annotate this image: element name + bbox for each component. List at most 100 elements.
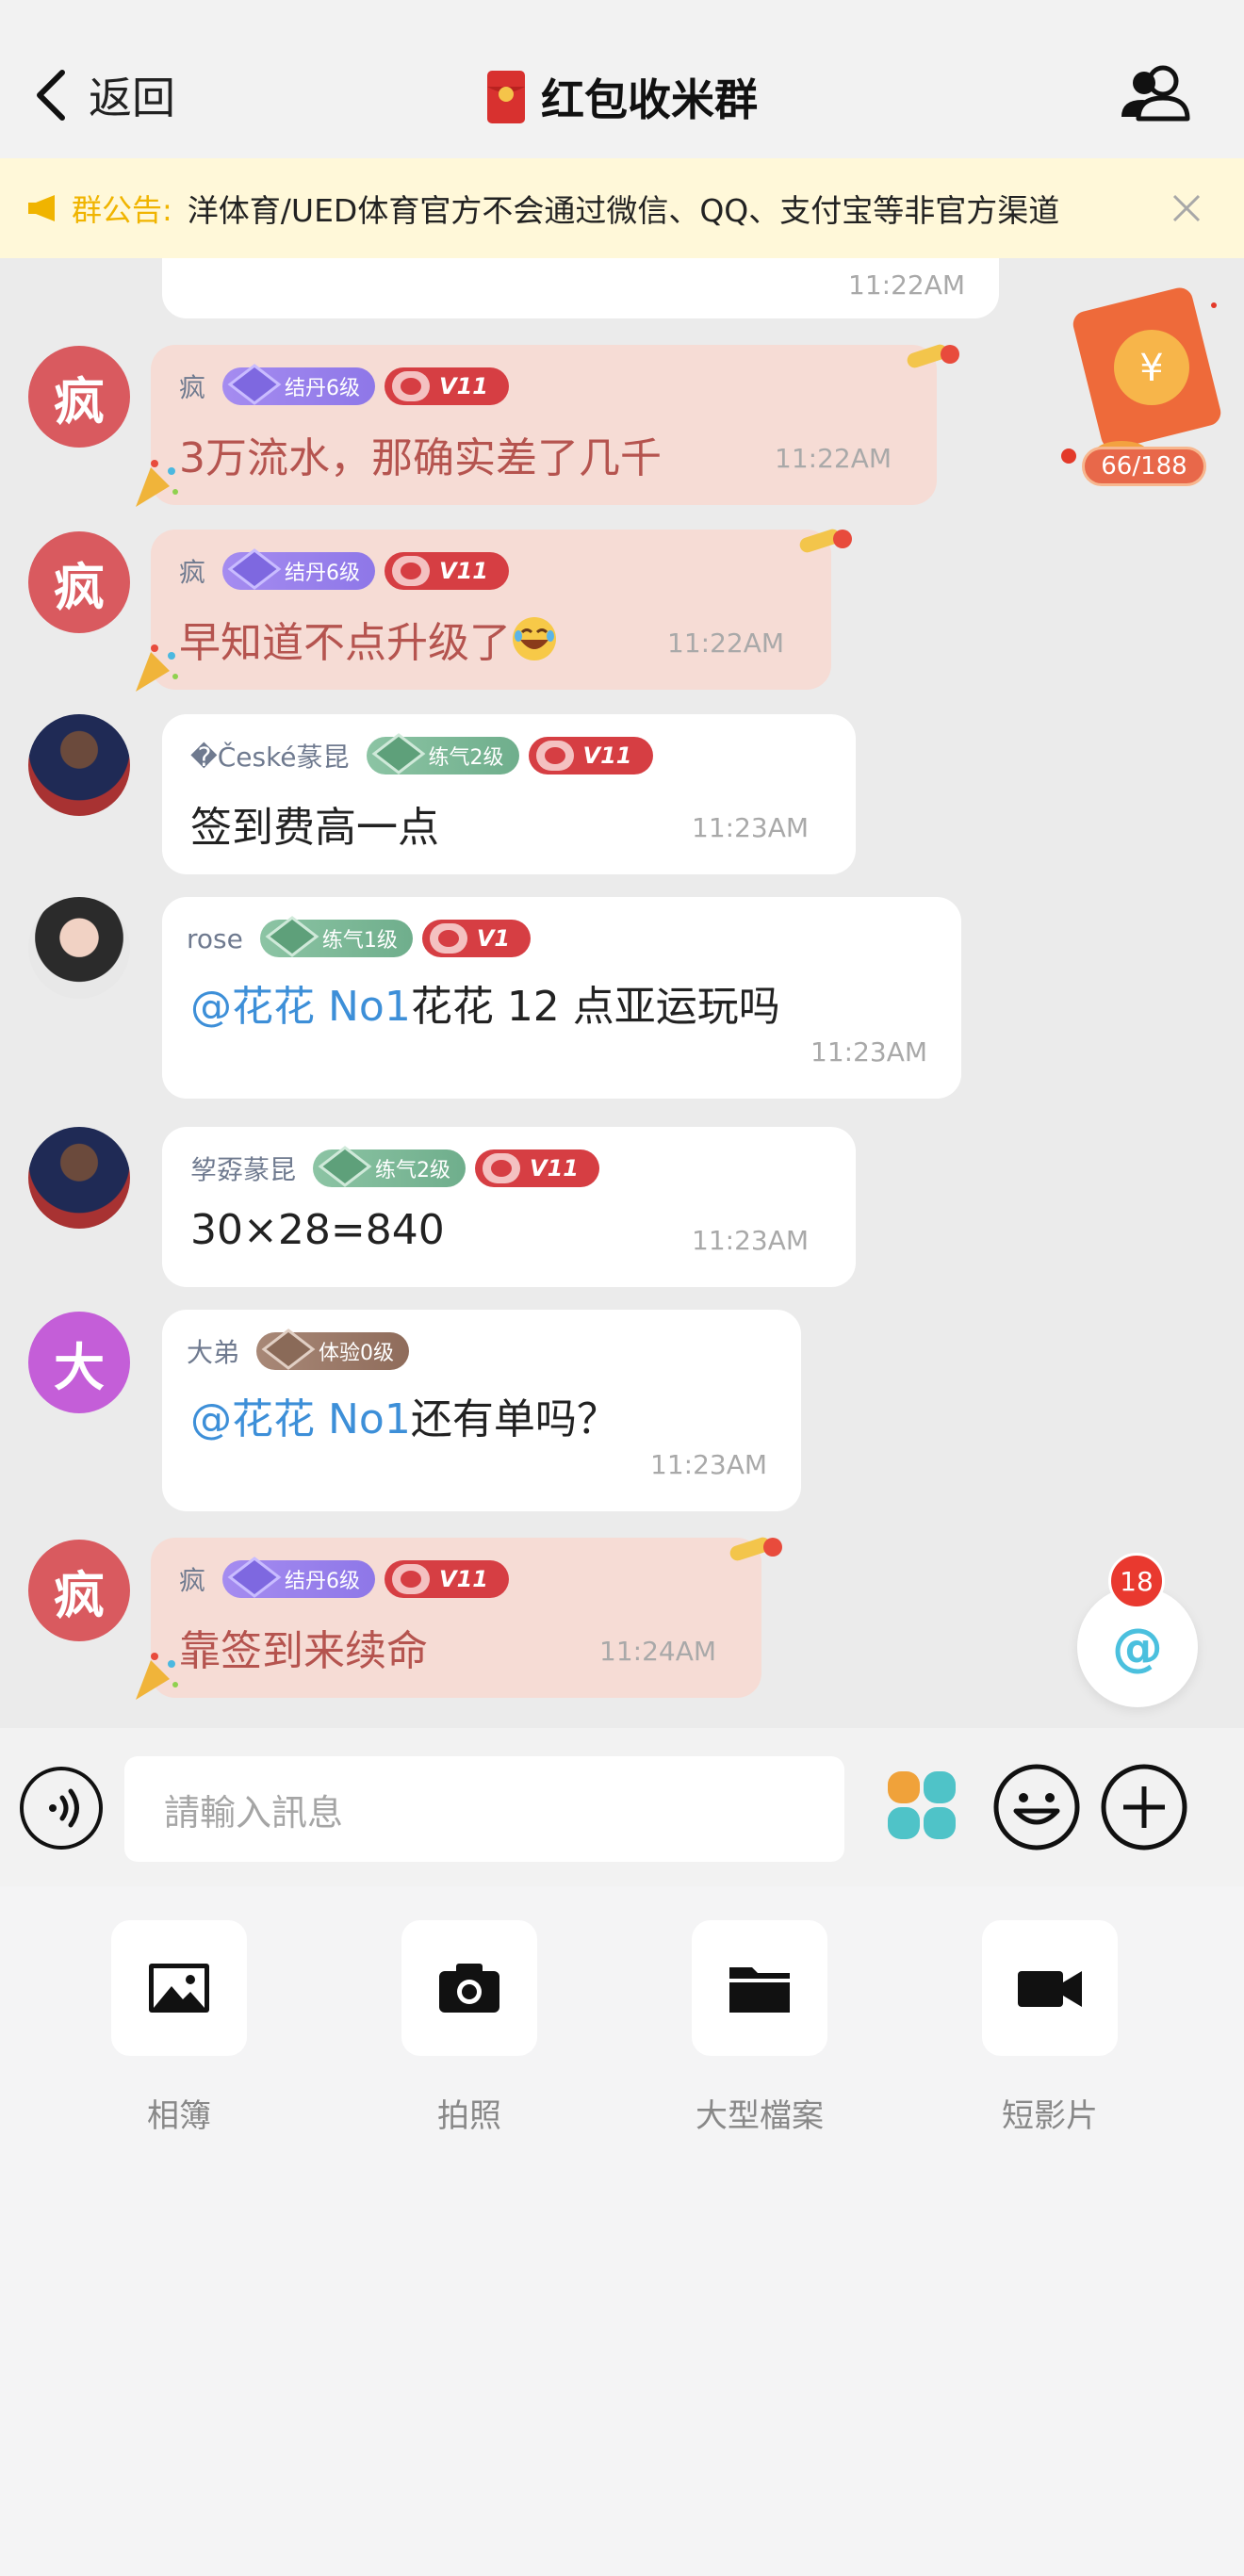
attach-tile xyxy=(692,1920,827,2056)
page-title: 红包收米群 xyxy=(541,74,758,125)
message-input[interactable]: 請輸入訊息 xyxy=(124,1756,844,1862)
level-label: 结丹6级 xyxy=(285,377,361,400)
message-text: 早知道不点升级了 xyxy=(179,609,558,669)
attach-tile xyxy=(982,1920,1118,2056)
message-time: 11:24AM xyxy=(599,1636,717,1667)
avatar[interactable]: 疯 xyxy=(28,1540,130,1641)
attach-album-button[interactable]: 相簿 xyxy=(111,1920,247,2135)
party-popper-icon xyxy=(136,1653,178,1700)
attach-label: 拍照 xyxy=(437,2097,501,2135)
gem-icon xyxy=(371,733,425,774)
gem-icon xyxy=(318,1146,372,1187)
attach-file-button[interactable]: 大型檔案 xyxy=(692,1920,827,2135)
message-time: 11:22AM xyxy=(848,269,966,301)
vip-label: V1 xyxy=(476,925,511,952)
voice-input-icon[interactable] xyxy=(17,1764,106,1852)
avatar[interactable]: 大 xyxy=(28,1312,130,1413)
level-label: 练气2级 xyxy=(428,746,504,770)
vip-label: V11 xyxy=(530,1155,579,1182)
announcement-text: 洋体育/UED体育官方不会通过微信、QQ、支付宝等非官方渠道 xyxy=(187,192,1060,229)
plus-circle-icon[interactable] xyxy=(1099,1762,1189,1852)
attachment-panel: 相簿 拍照 大型檔案 短影片 xyxy=(0,1886,1244,2576)
sender-name: 孧孬蒃昆 xyxy=(190,1154,297,1185)
message-time: 11:23AM xyxy=(810,1036,928,1068)
vip-icon xyxy=(392,556,431,586)
group-announcement-bar[interactable]: 群公告: 洋体育/UED体育官方不会通过微信、QQ、支付宝等非官方渠道 xyxy=(0,158,1244,258)
vip-icon xyxy=(535,741,574,771)
sender-info: 疯 结丹6级 V11 xyxy=(179,548,509,592)
level-label: 练气2级 xyxy=(375,1159,451,1182)
video-camera-icon xyxy=(1018,1971,1082,2007)
sender-name: 疯 xyxy=(179,1565,206,1596)
message-bubble[interactable]: 大弟 体验0级 @花花 No1还有单吗？ 11:23AM xyxy=(162,1310,801,1511)
vip-label: V11 xyxy=(439,1566,488,1592)
message-time: 11:23AM xyxy=(692,1225,810,1256)
header-bar: 返回 红包收米群 xyxy=(0,0,1244,158)
sender-info: rose 练气1级 V1 xyxy=(187,916,532,959)
message-bubble[interactable]: 11:22AM xyxy=(162,258,999,318)
gem-icon xyxy=(227,548,282,590)
level-label: 练气1级 xyxy=(321,929,398,953)
attach-tile xyxy=(111,1920,247,2056)
vip-label: V11 xyxy=(439,373,488,399)
avatar[interactable] xyxy=(28,714,130,816)
avatar[interactable]: 疯 xyxy=(28,531,130,633)
laughing-emoji-icon xyxy=(513,617,556,660)
message-bubble[interactable]: 疯 结丹6级 V11 靠签到来续命 11:24AM xyxy=(151,1538,761,1698)
whistle-icon xyxy=(799,529,852,553)
avatar[interactable] xyxy=(28,897,130,999)
vip-icon xyxy=(392,1564,431,1594)
level-badge: 结丹6级 xyxy=(222,548,376,590)
avatar-initial: 疯 xyxy=(54,1565,105,1625)
message-text: 3万流水，那确实差了几千 xyxy=(179,434,662,482)
group-members-icon[interactable] xyxy=(1118,62,1193,122)
mention-link[interactable]: @花花 No1 xyxy=(190,1395,411,1443)
sender-name: �České蒃昆 xyxy=(190,742,350,773)
avatar[interactable]: 疯 xyxy=(28,346,130,448)
attach-label: 大型檔案 xyxy=(696,2097,824,2135)
attach-video-button[interactable]: 短影片 xyxy=(982,1920,1118,2135)
chat-title: 红包收米群 xyxy=(0,66,1244,128)
message-text-content: 花花 12 点亚运玩吗 xyxy=(410,983,780,1031)
red-envelope-icon xyxy=(487,71,525,123)
message-bubble[interactable]: 疯 结丹6级 V11 早知道不点升级了 11:22AM xyxy=(151,530,831,690)
level-badge: 体验0级 xyxy=(256,1329,410,1370)
apps-clover-icon[interactable] xyxy=(886,1769,958,1841)
sender-info: 疯 结丹6级 V11 xyxy=(179,364,509,407)
vip-badge: V11 xyxy=(385,367,509,405)
emoji-icon[interactable] xyxy=(991,1762,1082,1852)
close-icon[interactable] xyxy=(1169,190,1204,226)
gem-icon xyxy=(227,1557,282,1598)
folder-icon xyxy=(729,1967,790,2013)
whistle-icon xyxy=(729,1537,782,1561)
at-symbol: @ xyxy=(1112,1617,1163,1677)
attach-label: 短影片 xyxy=(1002,2097,1098,2135)
message-text: 靠签到来续命 xyxy=(179,1627,428,1675)
party-popper-icon xyxy=(136,644,178,692)
sender-info: 孧孬蒃昆 练气2级 V11 xyxy=(190,1146,599,1189)
message-bubble[interactable]: rose 练气1级 V1 @花花 No1花花 12 点亚运玩吗 11:23AM xyxy=(162,897,961,1099)
input-bar: 請輸入訊息 xyxy=(0,1728,1244,1886)
mention-link[interactable]: @花花 No1 xyxy=(190,983,411,1031)
gem-icon xyxy=(227,364,282,405)
message-text-content: 早知道不点升级了 xyxy=(179,619,511,667)
message-time: 11:23AM xyxy=(692,812,810,843)
message-list[interactable]: 11:22AM ¥ 66/188 疯 疯 结丹6级 V11 3万流水，那确实差了… xyxy=(0,258,1244,1728)
level-badge: 练气2级 xyxy=(366,733,519,774)
photo-album-icon xyxy=(149,1964,209,2013)
avatar[interactable] xyxy=(28,1127,130,1229)
sender-info: �České蒃昆 练气2级 V11 xyxy=(190,733,653,776)
avatar-initial: 疯 xyxy=(54,371,105,432)
message-time: 11:23AM xyxy=(650,1449,768,1480)
message-bubble[interactable]: 孧孬蒃昆 练气2级 V11 30×28=840 11:23AM xyxy=(162,1127,856,1287)
message-bubble[interactable]: �České蒃昆 练气2级 V11 签到费高一点 11:23AM xyxy=(162,714,856,874)
message-text: @花花 No1花花 12 点亚运玩吗 xyxy=(190,972,780,1033)
vip-icon xyxy=(483,1153,521,1183)
svg-text:¥: ¥ xyxy=(1139,347,1163,390)
message-bubble[interactable]: 疯 结丹6级 V11 3万流水，那确实差了几千 11:22AM xyxy=(151,345,937,505)
level-label: 结丹6级 xyxy=(285,1570,361,1593)
message-text-content: 还有单吗？ xyxy=(410,1395,618,1443)
message-text: 签到费高一点 xyxy=(190,804,439,852)
attach-tile xyxy=(401,1920,537,2056)
attach-camera-button[interactable]: 拍照 xyxy=(401,1920,537,2135)
